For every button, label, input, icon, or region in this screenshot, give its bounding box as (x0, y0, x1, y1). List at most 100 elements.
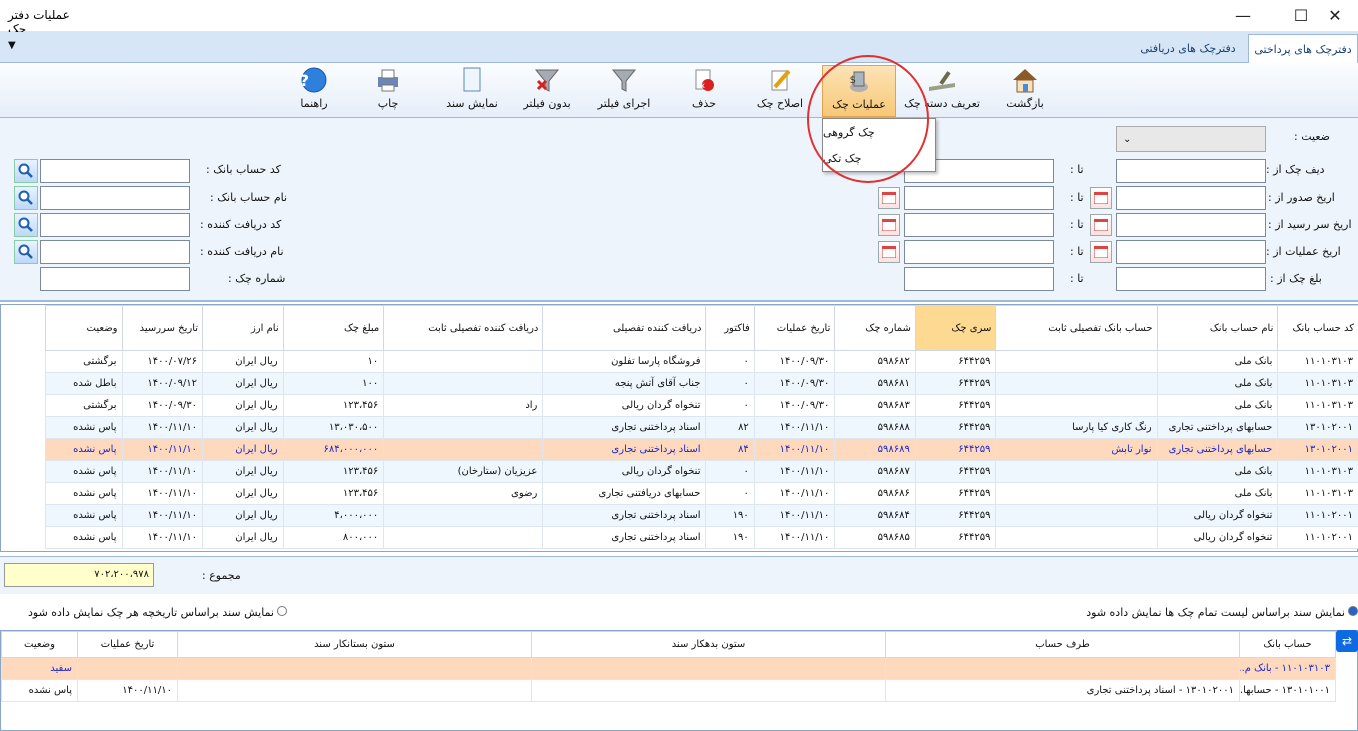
teamviewer-icon[interactable]: ⇄ (1336, 630, 1358, 652)
column-header[interactable]: ستون بدهکار سند (531, 631, 886, 658)
radio-history[interactable]: نمایش سند براساس تاریخچه هر چک نمایش داد… (28, 606, 287, 619)
column-header[interactable]: کد حساب بانک (1277, 305, 1358, 351)
amount-to-input[interactable] (904, 267, 1054, 291)
column-header[interactable]: حساب بانک تفصیلی ثابت (995, 305, 1158, 351)
due-date-from-input[interactable] (1116, 213, 1266, 237)
delete-icon: x (689, 65, 719, 95)
table-cell: بانک ملی (1156, 394, 1279, 417)
no-filter-button[interactable]: بدون فیلتر (518, 65, 576, 117)
table-cell: ۶۴۴۲۵۹ (914, 504, 997, 527)
table-cell (995, 350, 1158, 373)
column-header[interactable]: طرف حساب (885, 631, 1240, 658)
table-row[interactable]: پاس نشده ۱۴۰۰/۱۱/۱۰ ریال ایران ۱۳،۰۳۰،۵۰۰ اس… (45, 416, 1358, 439)
column-header[interactable]: تاریخ عملیات (753, 305, 836, 351)
run-filter-button[interactable]: اجرای فیلتر (594, 65, 654, 117)
table-cell: سفید (1, 657, 78, 680)
check-number-input[interactable] (40, 267, 190, 291)
bank-account-name-label: نام حساب بانک : (210, 191, 288, 204)
table-row[interactable]: پاس نشده ۱۴۰۰/۱۱/۱۰ ریال ایران ۱۲۳،۴۵۶ عزیزی… (45, 460, 1358, 483)
calendar-icon[interactable] (878, 187, 900, 209)
table-row[interactable]: پاس نشده ۱۴۰۰/۱۱/۱۰ ریال ایران ۸۰۰،۰۰۰ اسناد… (45, 526, 1358, 549)
table-row[interactable]: پاس نشده ۱۴۰۰/۱۱/۱۰ ۱۳۰۱۰۲۰۰۱ - اسناد پردا… (1, 679, 1336, 702)
search-icon[interactable] (14, 240, 38, 264)
table-cell: ۱۴۰۰/۱۱/۱۰ (121, 460, 204, 483)
help-button[interactable]: ? راهنما (292, 65, 336, 117)
table-row[interactable]: برگشتی ۱۴۰۰/۰۷/۲۶ ریال ایران ۱۰ فروشگاه پارس… (45, 350, 1358, 373)
column-header[interactable]: ستون بستانکار سند (177, 631, 532, 658)
document-icon (457, 65, 487, 95)
radio-all-checks[interactable]: نمایش سند براساس لیست تمام چک ها نمایش د… (1086, 606, 1358, 619)
table-row[interactable]: پاس نشده ۱۴۰۰/۱۱/۱۰ ریال ایران ۱۲۳،۴۵۶ رضوی ح… (45, 482, 1358, 505)
column-header[interactable]: شماره چک (834, 305, 916, 351)
issue-date-from-input[interactable] (1116, 186, 1266, 210)
op-date-to-input[interactable] (904, 240, 1054, 264)
table-cell: ۱۴۰۰/۰۹/۱۲ (121, 372, 204, 395)
calendar-icon[interactable] (878, 241, 900, 263)
search-icon[interactable] (14, 186, 38, 210)
close-button[interactable]: ✕ (1312, 0, 1358, 31)
table-row[interactable]: سفید ۱۱۰۱۰۳۱۰۳ - بانک م... (1, 657, 1336, 680)
print-button[interactable]: چاپ (368, 65, 408, 117)
edit-check-button[interactable]: اصلاح چک (752, 65, 808, 117)
table-cell: اسناد پرداختنی تجاری (542, 526, 707, 549)
due-date-to-input[interactable] (904, 213, 1054, 237)
issue-date-to-input[interactable] (904, 186, 1054, 210)
column-header[interactable]: حساب بانک (1239, 631, 1336, 658)
column-header[interactable]: نام حساب بانک (1156, 305, 1279, 351)
table-row[interactable]: پاس نشده ۱۴۰۰/۱۱/۱۰ ریال ایران ۴،۰۰۰،۰۰۰ اسن… (45, 504, 1358, 527)
table-cell: ۴،۰۰۰،۰۰۰ (282, 504, 385, 527)
column-header[interactable]: تاریخ سررسید (121, 305, 204, 351)
tab-receivable-checkbooks[interactable]: دفترچک های دریافتی (1130, 34, 1246, 63)
due-date-label: اریخ سر رسید از : (1268, 218, 1352, 231)
receiver-name-input[interactable] (40, 240, 190, 264)
table-cell: ۵۹۸۶۸۹ (834, 438, 916, 461)
table-row[interactable]: باطل شده ۱۴۰۰/۰۹/۱۲ ریال ایران ۱۰۰ جناب آقای… (45, 372, 1358, 395)
column-header[interactable]: دریافت کننده تفصیلی (542, 305, 707, 351)
table-row[interactable]: پاس نشده ۱۴۰۰/۱۱/۱۰ ریال ایران ۶۸۴،۰۰۰،۰۰۰ ا… (45, 438, 1358, 461)
status-select[interactable]: ⌄ (1116, 126, 1266, 152)
table-cell: ۱۴۰۰/۱۱/۱۰ (121, 526, 204, 549)
calendar-icon[interactable] (1090, 241, 1112, 263)
column-header[interactable]: سری چک (914, 305, 997, 351)
bank-account-name-input[interactable] (40, 186, 190, 210)
minimize-button[interactable]: — (1220, 0, 1266, 31)
calendar-icon[interactable] (1090, 187, 1112, 209)
column-header[interactable]: دریافت کننده تفصیلی ثابت (383, 305, 544, 351)
column-header[interactable]: وضعیت (1, 631, 78, 658)
table-cell: پاس نشده (45, 438, 123, 461)
table-row[interactable]: برگشتی ۱۴۰۰/۰۹/۳۰ ریال ایران ۱۲۳،۴۵۶ راد تنخو… (45, 394, 1358, 417)
search-icon[interactable] (14, 159, 38, 183)
calendar-icon[interactable] (1090, 214, 1112, 236)
amount-from-input[interactable] (1116, 267, 1266, 291)
table-cell: پاس نشده (45, 460, 123, 483)
table-cell: ریال ایران (202, 504, 284, 527)
table-cell: ریال ایران (202, 438, 284, 461)
table-cell: ۸۲ (705, 416, 755, 439)
check-row-from-input[interactable] (1116, 159, 1266, 183)
op-date-from-input[interactable] (1116, 240, 1266, 264)
table-cell (995, 526, 1158, 549)
table-cell: تنخواه گردان ریالی (542, 394, 707, 417)
title-bar: عملیات دفتر چک — ☐ ✕ (0, 0, 1358, 36)
search-icon[interactable] (14, 213, 38, 237)
back-button[interactable]: بازگشت (1000, 65, 1050, 117)
table-cell: ۱۴۰۰/۰۹/۳۰ (753, 394, 836, 417)
table-cell: ۱۴۰۰/۱۱/۱۰ (753, 460, 836, 483)
show-document-button[interactable]: نمایش سند (440, 65, 504, 117)
tab-payable-checkbooks[interactable]: دفترچک های پرداختی (1248, 34, 1358, 63)
calendar-icon[interactable] (878, 214, 900, 236)
table-cell: ریال ایران (202, 394, 284, 417)
table-cell: ۵۹۸۶۸۵ (834, 526, 916, 549)
bank-account-code-input[interactable] (40, 159, 190, 183)
table-cell: حسابهای پرداختنی تجاری (1156, 416, 1279, 439)
receiver-code-input[interactable] (40, 213, 190, 237)
delete-button[interactable]: x حذف (684, 65, 724, 117)
column-header[interactable]: مبلغ چک (282, 305, 385, 351)
table-cell: ۱۱۰۱۰۳۱۰۳ (1277, 372, 1358, 395)
column-header[interactable]: وضعیت (45, 305, 123, 351)
column-header[interactable]: نام ارز (202, 305, 284, 351)
tab-menu-arrow-icon[interactable]: ▼ (8, 40, 16, 51)
table-cell: ۱۴۰۰/۱۱/۱۰ (77, 679, 178, 702)
column-header[interactable]: فاکتور (705, 305, 755, 351)
column-header[interactable]: تاریخ عملیات (77, 631, 178, 658)
